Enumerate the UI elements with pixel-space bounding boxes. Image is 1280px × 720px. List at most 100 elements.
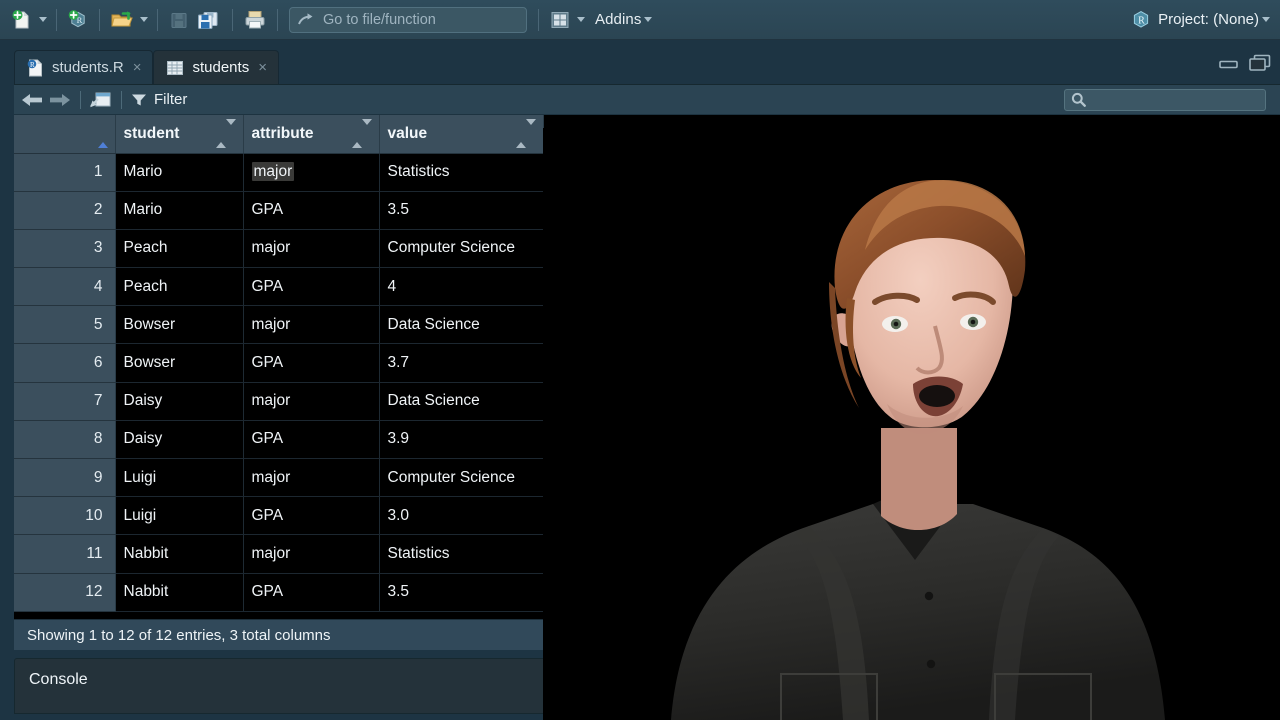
open-file-dropdown-caret[interactable]	[140, 17, 148, 22]
row-number-cell[interactable]: 1	[14, 153, 116, 192]
table-row[interactable]: 11 Nabbit major Statistics	[14, 534, 544, 574]
project-dropdown-caret[interactable]	[1262, 17, 1270, 22]
cell-value[interactable]: 3.5	[379, 573, 544, 612]
cell-student[interactable]: Luigi	[115, 496, 244, 536]
row-number-cell[interactable]: 12	[14, 573, 116, 612]
cell-student[interactable]: Peach	[115, 267, 244, 307]
table-row[interactable]: 5 Bowser major Data Science	[14, 305, 544, 345]
cell-attribute[interactable]: major	[243, 382, 380, 421]
cell-value[interactable]: 3.5	[379, 191, 544, 230]
cell-student[interactable]: Luigi	[115, 458, 244, 498]
cell-attribute[interactable]: GPA	[243, 267, 380, 307]
pane-layout-dropdown-caret[interactable]	[577, 17, 585, 22]
cell-value[interactable]: Computer Science	[379, 458, 544, 498]
cell-student[interactable]: Bowser	[115, 343, 244, 383]
sort-indicator-icon[interactable]	[351, 118, 372, 148]
row-number-cell[interactable]: 5	[14, 305, 116, 345]
minimize-pane-icon[interactable]	[1218, 54, 1240, 72]
project-group[interactable]: R Project: (None)	[1131, 9, 1272, 31]
cell-value[interactable]: 4	[379, 267, 544, 307]
row-number-cell[interactable]: 2	[14, 191, 116, 230]
new-project-button[interactable]: R	[64, 5, 92, 35]
cell-student[interactable]: Mario	[115, 153, 244, 192]
table-row[interactable]: 2 Mario GPA 3.5	[14, 191, 544, 230]
cell-attribute[interactable]: major	[243, 153, 380, 192]
open-file-button[interactable]	[107, 5, 137, 35]
row-number-cell[interactable]: 3	[14, 229, 116, 269]
cell-attribute[interactable]: GPA	[243, 420, 380, 460]
row-number-cell[interactable]: 9	[14, 458, 116, 498]
row-number-cell[interactable]: 10	[14, 496, 116, 536]
cell-student[interactable]: Mario	[115, 191, 244, 230]
table-row[interactable]: 7 Daisy major Data Science	[14, 382, 544, 421]
tab-students-r[interactable]: R students.R ×	[14, 50, 154, 84]
cell-attribute[interactable]: GPA	[243, 573, 380, 612]
cell-student[interactable]: Daisy	[115, 420, 244, 460]
table-row[interactable]: 10 Luigi GPA 3.0	[14, 496, 544, 536]
table-row[interactable]: 4 Peach GPA 4	[14, 267, 544, 307]
table-row[interactable]: 8 Daisy GPA 3.9	[14, 420, 544, 460]
go-to-file-function-input[interactable]: Go to file/function	[289, 6, 527, 33]
cell-student[interactable]: Nabbit	[115, 573, 244, 612]
new-file-button[interactable]	[8, 5, 36, 35]
print-button[interactable]	[240, 5, 270, 35]
tab-students-data[interactable]: students ×	[153, 50, 279, 84]
toolbar-divider	[56, 8, 57, 31]
addins-dropdown-caret[interactable]	[644, 17, 653, 22]
cell-value[interactable]: 3.9	[379, 420, 544, 460]
toolbar-divider	[157, 8, 158, 31]
column-header-student[interactable]: student	[115, 115, 244, 154]
sort-indicator-icon[interactable]	[515, 118, 536, 148]
table-row[interactable]: 12 Nabbit GPA 3.5	[14, 573, 544, 612]
save-button[interactable]	[165, 5, 193, 35]
column-header-attribute[interactable]: attribute	[243, 115, 380, 154]
addins-button[interactable]: Addins	[595, 11, 641, 28]
cell-value[interactable]: 3.7	[379, 343, 544, 383]
cell-value[interactable]: Computer Science	[379, 229, 544, 269]
cell-student[interactable]: Daisy	[115, 382, 244, 421]
cell-attribute[interactable]: major	[243, 305, 380, 345]
row-number-cell[interactable]: 4	[14, 267, 116, 307]
table-row[interactable]: 6 Bowser GPA 3.7	[14, 343, 544, 383]
cell-value[interactable]: 3.0	[379, 496, 544, 536]
table-row[interactable]: 9 Luigi major Computer Science	[14, 458, 544, 498]
cell-attribute[interactable]: major	[243, 458, 380, 498]
new-file-dropdown-caret[interactable]	[39, 17, 47, 22]
cell-value[interactable]: Data Science	[379, 382, 544, 421]
sort-indicator-icon[interactable]	[215, 118, 236, 148]
funnel-icon[interactable]	[130, 91, 148, 109]
cell-attribute[interactable]: GPA	[243, 496, 380, 536]
save-all-button[interactable]	[193, 5, 225, 35]
column-header-label: student	[123, 124, 180, 142]
column-header-value[interactable]: value	[379, 115, 544, 154]
row-number-cell[interactable]: 7	[14, 382, 116, 421]
maximize-pane-icon[interactable]	[1248, 54, 1272, 72]
close-icon[interactable]: ×	[132, 60, 143, 75]
sort-indicator-ascending-icon[interactable]	[97, 124, 108, 148]
cell-attribute[interactable]: major	[243, 229, 380, 269]
table-row[interactable]: 3 Peach major Computer Science	[14, 229, 544, 269]
row-number-cell[interactable]: 8	[14, 420, 116, 460]
pane-layout-button[interactable]	[546, 5, 574, 35]
arrow-right-icon[interactable]	[46, 90, 72, 110]
arrow-left-icon[interactable]	[20, 90, 46, 110]
cell-attribute[interactable]: major	[243, 534, 380, 574]
filter-button[interactable]: Filter	[154, 91, 187, 108]
project-label: Project: (None)	[1158, 11, 1259, 28]
cell-value[interactable]: Statistics	[379, 153, 544, 192]
cell-student[interactable]: Nabbit	[115, 534, 244, 574]
table-row[interactable]: 1 Mario major Statistics	[14, 153, 544, 192]
r-logo-icon: R	[1134, 10, 1149, 28]
cell-attribute[interactable]: GPA	[243, 343, 380, 383]
cell-attribute[interactable]: GPA	[243, 191, 380, 230]
column-header-rownum[interactable]	[14, 115, 116, 154]
cell-value[interactable]: Statistics	[379, 534, 544, 574]
show-in-new-window-icon[interactable]	[89, 90, 113, 110]
row-number-cell[interactable]: 11	[14, 534, 116, 574]
cell-value[interactable]: Data Science	[379, 305, 544, 345]
close-icon[interactable]: ×	[257, 60, 268, 75]
search-input[interactable]	[1064, 88, 1266, 111]
cell-student[interactable]: Bowser	[115, 305, 244, 345]
cell-student[interactable]: Peach	[115, 229, 244, 269]
row-number-cell[interactable]: 6	[14, 343, 116, 383]
